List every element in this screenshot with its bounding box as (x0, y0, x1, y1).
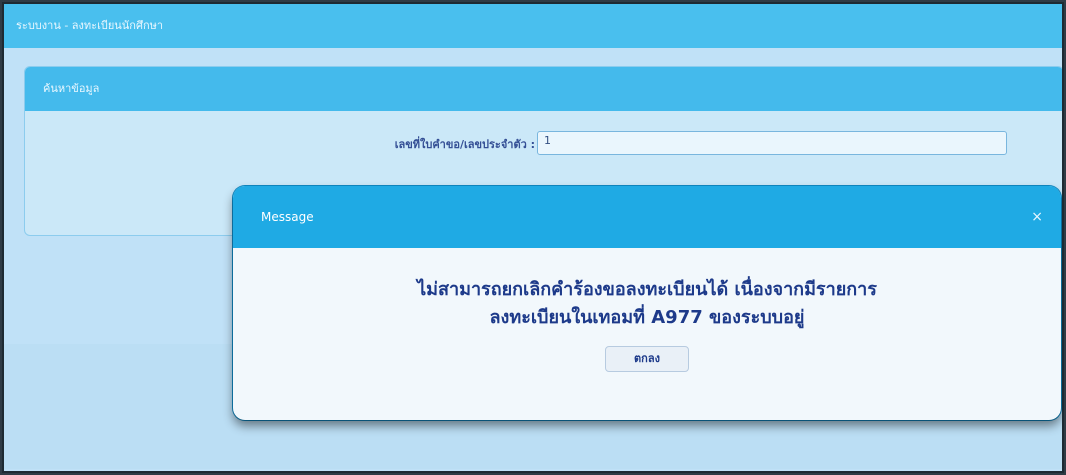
dialog-header: Message × (233, 186, 1061, 248)
app-window: ระบบงาน - ลงทะเบียนนักศึกษา ค้นหาข้อมูล … (2, 2, 1064, 473)
dialog-message-line-1: ไม่สามารถยกเลิกคำร้องขอลงทะเบียนได้ เนื่… (417, 279, 877, 300)
message-dialog: Message × ไม่สามารถยกเลิกคำร้องขอลงทะเบี… (233, 186, 1061, 420)
dialog-title: Message (261, 210, 314, 224)
close-icon[interactable]: × (1031, 186, 1043, 248)
dialog-body: ไม่สามารถยกเลิกคำร้องขอลงทะเบียนได้ เนื่… (233, 248, 1061, 372)
ok-button[interactable]: ตกลง (605, 346, 689, 372)
dialog-message-line-2: ลงทะเบียนในเทอมที่ A977 ของระบบอยู่ (489, 307, 805, 328)
